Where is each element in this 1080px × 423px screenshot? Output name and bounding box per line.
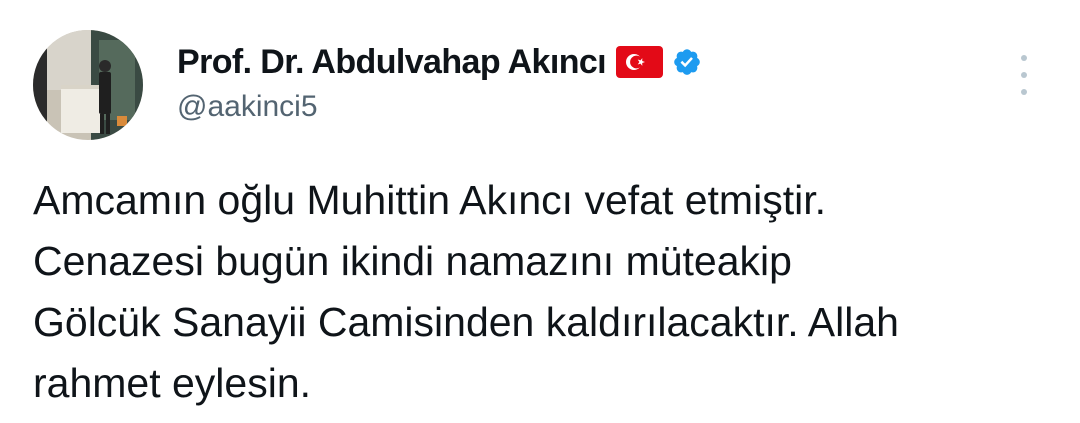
author-handle[interactable]: @aakinci5 [177,90,318,124]
tweet-text-line: Amcamın oğlu Muhittin Akıncı vefat etmiş… [33,177,826,223]
avatar-photo [33,30,143,140]
tweet-text-line: Cenazesi bugün ikindi namazını müteakip [33,238,792,284]
more-options-dot [1021,89,1027,95]
more-options-dot [1021,55,1027,61]
more-options-icon[interactable] [1010,55,1038,95]
turkey-flag-icon [616,46,664,78]
tweet-text-line: Gölcük Sanayii Camisinden kaldırılacaktı… [33,299,899,345]
tweet-text-line: rahmet eylesin. [33,360,312,406]
more-options-dot [1021,72,1027,78]
author-name-row: Prof. Dr. Abdulvahap Akıncı [177,42,702,82]
tweet-card: Prof. Dr. Abdulvahap Akıncı @aakinci5 Am… [0,0,1080,423]
tweet-text: Amcamın oğlu Muhittin Akıncı vefat etmiş… [33,170,1063,414]
verified-badge-icon [672,47,702,77]
author-display-name[interactable]: Prof. Dr. Abdulvahap Akıncı [177,43,607,82]
avatar[interactable] [33,30,143,140]
